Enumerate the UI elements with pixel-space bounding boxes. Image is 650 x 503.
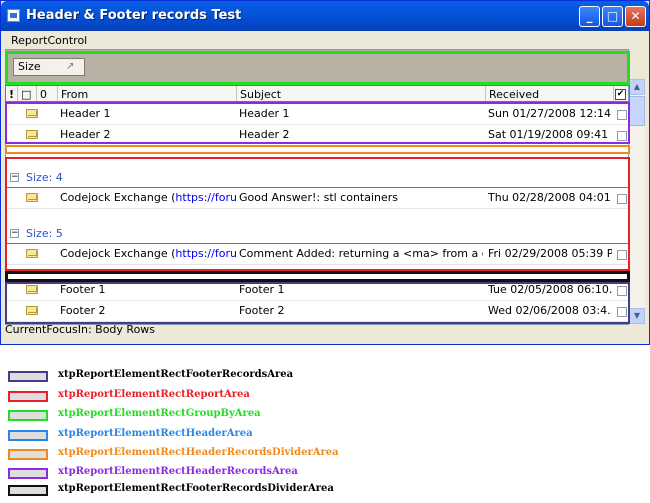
report-control[interactable]: Size ↗ ! □ 0 From Subject Received ✔ Hea… [5, 49, 629, 325]
scroll-down-icon[interactable]: ▼ [629, 308, 645, 324]
group-by-area[interactable]: Size ↗ [6, 50, 628, 86]
app-window: Header & Footer records Test _ □ ✕ Repor… [0, 0, 650, 345]
envelope-icon [26, 109, 38, 118]
collapse-icon[interactable]: − [10, 229, 19, 238]
window-title: Header & Footer records Test [26, 8, 242, 23]
header-record-row[interactable]: Header 1 Header 1 Sun 01/27/2008 12:14..… [6, 104, 628, 125]
table-row[interactable]: Codejock Exchange (https://foru... Good … [6, 188, 628, 209]
row-received: Fri 02/29/2008 05:39 PM [488, 247, 612, 260]
legend-swatch [8, 430, 48, 441]
row-from: Codejock Exchange (https://foru... [60, 244, 236, 264]
table-row[interactable]: Codejock Exchange (https://foru... Comme… [6, 244, 628, 265]
row-subject: Header 2 [239, 128, 290, 141]
envelope-icon [26, 130, 38, 139]
row-from: Header 2 [60, 128, 111, 141]
envelope-icon [26, 249, 38, 258]
row-from: Codejock Exchange (https://foru... [60, 188, 236, 208]
menu-item-report-control[interactable]: ReportControl [11, 34, 87, 47]
legend-label: xtpReportElementRectHeaderRecordsDivider… [58, 447, 339, 458]
header-record-row[interactable]: Header 2 Header 2 Sat 01/19/2008 09:41 .… [6, 125, 628, 146]
row-checkbox[interactable] [617, 250, 627, 260]
column-header-attachment[interactable]: 0 [37, 86, 58, 103]
row-received: Sat 01/19/2008 09:41 ... [488, 128, 612, 141]
group-label: Size: 5 [26, 227, 63, 240]
legend-label: xtpReportElementRectReportArea [58, 389, 250, 400]
maximize-button[interactable]: □ [602, 6, 623, 27]
app-icon[interactable] [7, 9, 20, 22]
row-received: Thu 02/28/2008 04:01... [488, 191, 612, 204]
group-row-size-5[interactable]: − Size: 5 [6, 225, 628, 244]
column-header-row: ! □ 0 From Subject Received ✔ [6, 86, 628, 104]
legend-item: xtpReportElementRectFooterRecordsArea [6, 368, 646, 384]
legend-label: xtpReportElementRectGroupByArea [58, 408, 261, 419]
footer-record-row[interactable]: Footer 1 Footer 1 Tue 02/05/2008 06:10..… [6, 280, 628, 301]
row-checkbox[interactable] [617, 194, 627, 204]
minimize-button[interactable]: _ [579, 6, 600, 27]
legend-swatch [8, 449, 48, 460]
status-bar: CurrentFocusIn: Body Rows [5, 323, 156, 336]
legend-swatch [8, 410, 48, 421]
row-received: Sun 01/27/2008 12:14... [488, 107, 612, 120]
row-from: Footer 1 [60, 283, 106, 296]
collapse-icon[interactable]: − [10, 173, 19, 182]
row-checkbox[interactable] [617, 110, 627, 120]
legend-swatch [8, 468, 48, 479]
footer-record-row[interactable]: Footer 2 Footer 2 Wed 02/06/2008 03:4... [6, 301, 628, 322]
envelope-icon [26, 285, 38, 294]
sort-arrow-icon: ↗ [66, 61, 75, 72]
row-received: Tue 02/05/2008 06:10... [488, 283, 612, 296]
row-from: Footer 2 [60, 304, 106, 317]
vertical-scrollbar[interactable]: ▲ ▼ [629, 79, 645, 324]
legend-item: xtpReportElementRectFooterRecordsDivider… [6, 482, 646, 498]
group-by-chip-size[interactable]: Size ↗ [13, 58, 85, 76]
legend-swatch [8, 391, 48, 402]
row-subject: Footer 2 [239, 304, 285, 317]
legend-item: xtpReportElementRectHeaderRecordsDivider… [6, 446, 646, 462]
group-label: Size: 4 [26, 171, 63, 184]
column-header-subject[interactable]: Subject [237, 86, 486, 103]
close-button[interactable]: ✕ [625, 6, 646, 27]
envelope-icon [26, 306, 38, 315]
menu-bar: ReportControl [5, 31, 645, 49]
row-subject: Header 1 [239, 107, 290, 120]
row-subject: Footer 1 [239, 283, 285, 296]
legend-item: xtpReportElementRectHeaderArea [6, 427, 646, 443]
group-row-size-4[interactable]: − Size: 4 [6, 169, 628, 188]
scroll-up-icon[interactable]: ▲ [629, 79, 645, 95]
row-from-link[interactable]: https://foru... [175, 247, 236, 260]
column-header-from[interactable]: From [58, 86, 237, 103]
column-header-importance[interactable]: ! [6, 86, 18, 103]
row-received: Wed 02/06/2008 03:4... [488, 304, 612, 317]
row-subject: Comment Added: returning a <ma> from a d… [239, 247, 483, 260]
row-checkbox[interactable] [617, 286, 627, 296]
envelope-icon [26, 193, 38, 202]
legend-label: xtpReportElementRectHeaderRecordsArea [58, 466, 298, 477]
legend-label: xtpReportElementRectFooterRecordsArea [58, 369, 294, 380]
legend-item: xtpReportElementRectReportArea [6, 388, 646, 404]
row-subject: Good Answer!: stl containers [239, 191, 399, 204]
row-checkbox[interactable] [617, 307, 627, 317]
column-header-check[interactable]: ✔ [615, 89, 626, 100]
legend-label: xtpReportElementRectHeaderArea [58, 428, 253, 439]
row-from-link[interactable]: https://foru... [175, 191, 236, 204]
title-bar[interactable]: Header & Footer records Test _ □ ✕ [1, 1, 649, 31]
legend-item: xtpReportElementRectHeaderRecordsArea [6, 465, 646, 481]
legend-swatch [8, 371, 48, 382]
legend-label: xtpReportElementRectFooterRecordsDivider… [58, 483, 334, 494]
row-checkbox[interactable] [617, 131, 627, 141]
column-header-received[interactable]: Received [486, 86, 614, 103]
legend-swatch [8, 485, 48, 496]
group-by-chip-label: Size [18, 60, 41, 73]
scroll-thumb[interactable] [629, 96, 645, 126]
column-header-icon[interactable]: □ [18, 86, 37, 103]
legend-item: xtpReportElementRectGroupByArea [6, 407, 646, 423]
row-from: Header 1 [60, 107, 111, 120]
